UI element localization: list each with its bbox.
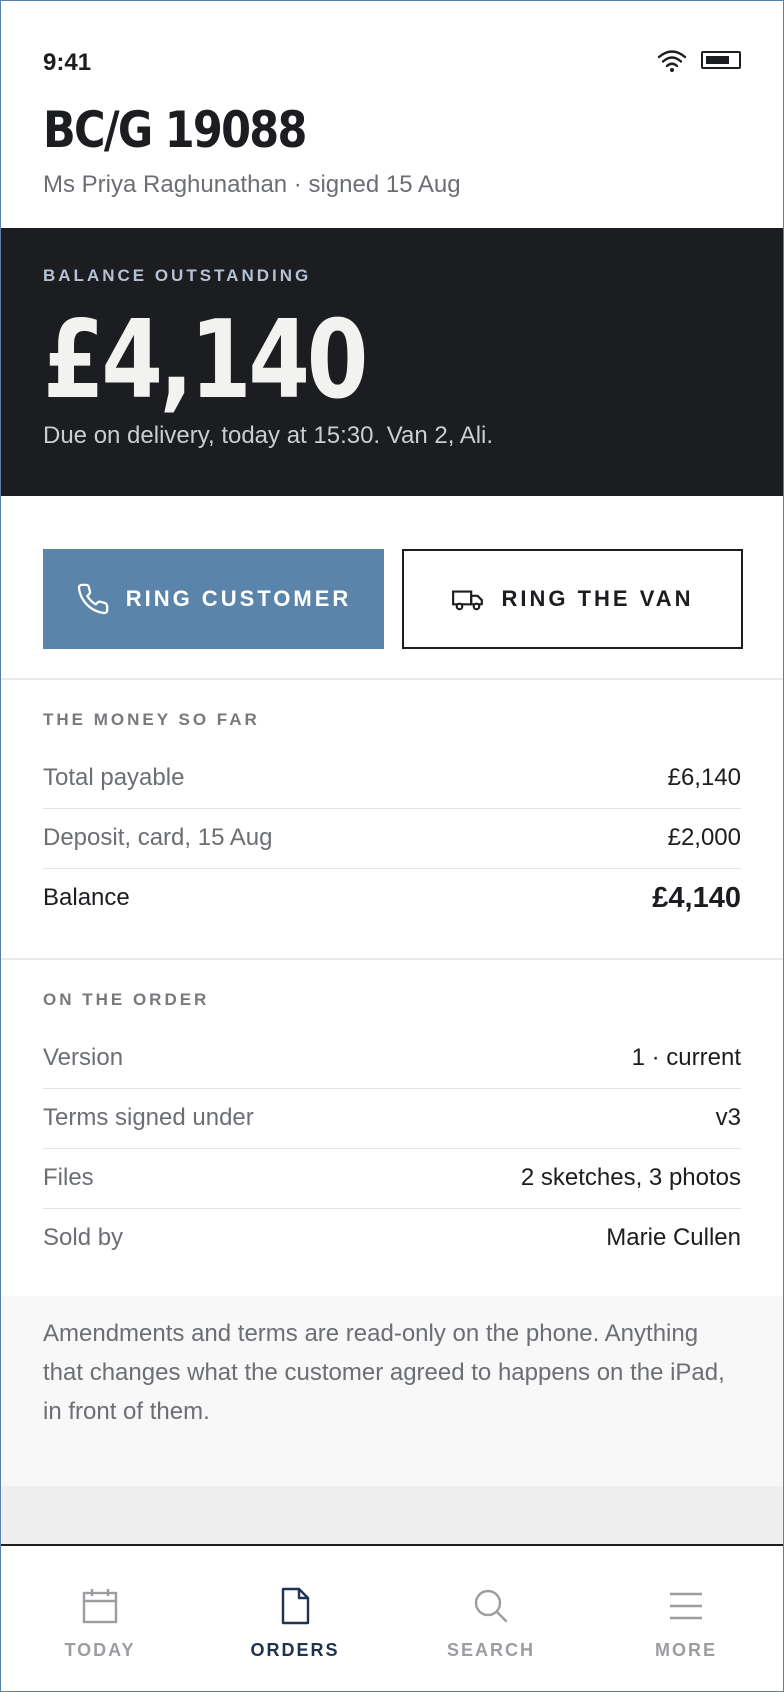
action-buttons: RING CUSTOMER RING THE VAN bbox=[1, 496, 783, 680]
tab-label: TODAY bbox=[64, 1640, 136, 1660]
row-value: £2,000 bbox=[667, 824, 741, 851]
tab-search[interactable]: SEARCH bbox=[393, 1546, 589, 1691]
calendar-icon bbox=[82, 1589, 118, 1624]
read-only-notice: Amendments and terms are read-only on th… bbox=[1, 1296, 783, 1487]
row-value: 1 · current bbox=[631, 1044, 741, 1071]
money-section: THE MONEY SO FAR Total payable £6,140 De… bbox=[1, 678, 783, 960]
page-title: BC/G 19088 bbox=[43, 101, 307, 159]
battery-icon bbox=[701, 51, 741, 69]
order-row-sold-by: Sold by Marie Cullen bbox=[43, 1208, 741, 1268]
row-value: v3 bbox=[715, 1104, 741, 1131]
tab-label: SEARCH bbox=[446, 1640, 535, 1660]
tab-more[interactable]: MORE bbox=[588, 1546, 783, 1691]
ring-customer-button[interactable]: RING CUSTOMER bbox=[43, 549, 384, 649]
balance-label: BALANCE OUTSTANDING bbox=[43, 266, 312, 285]
row-value: £6,140 bbox=[667, 764, 741, 791]
balance-panel: BALANCE OUTSTANDING £4,140 Due on delive… bbox=[1, 228, 783, 496]
row-label: Version bbox=[43, 1044, 124, 1071]
row-label: Terms signed under bbox=[43, 1104, 254, 1131]
row-value: £4,140 bbox=[652, 881, 741, 914]
tab-today[interactable]: TODAY bbox=[2, 1546, 198, 1691]
order-heading: ON THE ORDER bbox=[43, 990, 210, 1009]
tab-label: MORE bbox=[655, 1640, 717, 1660]
page-subtitle: Ms Priya Raghunathan · signed 15 Aug bbox=[43, 171, 461, 198]
balance-due-note: Due on delivery, today at 15:30. Van 2, … bbox=[43, 422, 494, 449]
ring-customer-label: RING CUSTOMER bbox=[125, 586, 352, 611]
row-value: Marie Cullen bbox=[606, 1224, 741, 1251]
tab-label: ORDERS bbox=[250, 1640, 340, 1660]
order-row-files[interactable]: Files 2 sketches, 3 photos bbox=[43, 1148, 741, 1209]
money-heading: THE MONEY SO FAR bbox=[43, 710, 260, 729]
truck-icon bbox=[452, 590, 484, 611]
ring-van-label: RING THE VAN bbox=[501, 586, 694, 611]
row-label: Files bbox=[43, 1164, 94, 1191]
order-section: ON THE ORDER Version 1 · current Terms s… bbox=[1, 958, 783, 1298]
phone-icon bbox=[77, 583, 108, 615]
tab-bar: TODAY ORDERS SEARCH MORE bbox=[1, 1544, 783, 1691]
tab-orders[interactable]: ORDERS bbox=[197, 1546, 393, 1691]
order-row-version: Version 1 · current bbox=[43, 1028, 741, 1089]
phone-screen: 9:41 BC/G 19088 Ms Priya Raghunathan · s… bbox=[0, 0, 784, 1692]
content-end-spacer bbox=[1, 1486, 783, 1544]
search-icon bbox=[474, 1589, 508, 1623]
money-row-balance: Balance £4,140 bbox=[43, 868, 741, 928]
order-row-terms: Terms signed under v3 bbox=[43, 1088, 741, 1149]
money-row-deposit: Deposit, card, 15 Aug £2,000 bbox=[43, 808, 741, 869]
status-bar: 9:41 bbox=[1, 1, 783, 101]
menu-icon bbox=[670, 1592, 702, 1620]
row-label: Total payable bbox=[43, 764, 185, 791]
ring-van-button[interactable]: RING THE VAN bbox=[402, 549, 743, 649]
row-label: Sold by bbox=[43, 1224, 124, 1251]
balance-amount: £4,140 bbox=[43, 298, 368, 423]
row-label: Deposit, card, 15 Aug bbox=[43, 824, 273, 851]
row-value: 2 sketches, 3 photos bbox=[520, 1164, 741, 1191]
notice-text: Amendments and terms are read-only on th… bbox=[43, 1320, 725, 1425]
wifi-icon bbox=[657, 50, 687, 72]
money-row-total: Total payable £6,140 bbox=[43, 748, 741, 809]
status-time: 9:41 bbox=[43, 49, 92, 76]
document-icon bbox=[281, 1587, 310, 1625]
row-label: Balance bbox=[43, 884, 130, 911]
